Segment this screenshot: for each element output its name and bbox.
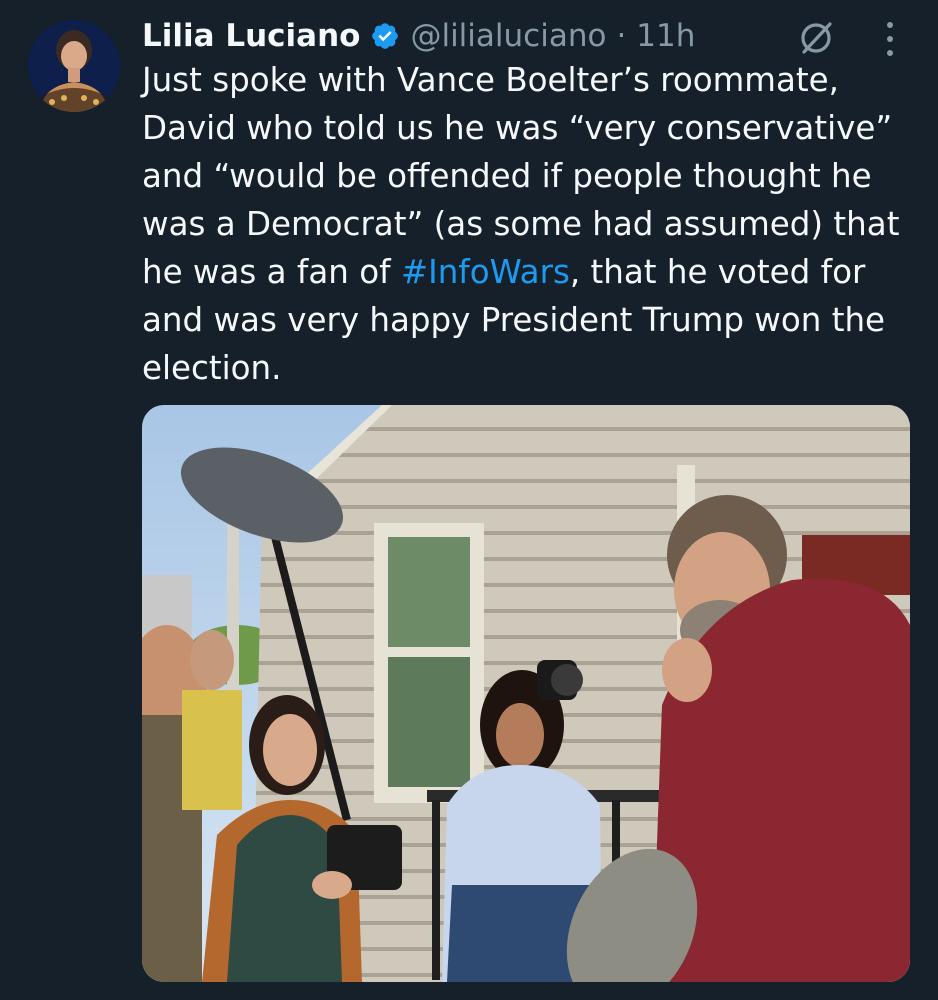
avatar[interactable] [28,20,120,112]
hashtag-link[interactable]: #InfoWars [401,253,570,291]
more-options-icon[interactable] [878,22,902,56]
verified-badge-icon [372,23,399,49]
tweet[interactable]: Lilia Luciano @lilialuciano · 11h Just s… [0,0,938,1000]
header-separator: · [616,18,627,54]
tweet-text: Just spoke with Vance Boelter’s roommate… [142,56,922,392]
tweet-header: Lilia Luciano @lilialuciano · 11h [142,14,695,58]
author-handle[interactable]: @lilialuciano [410,18,606,54]
grok-icon[interactable] [796,18,836,58]
tweet-photo[interactable] [142,405,910,982]
tweet-time[interactable]: 11h [636,18,695,54]
author-name[interactable]: Lilia Luciano [142,18,360,54]
